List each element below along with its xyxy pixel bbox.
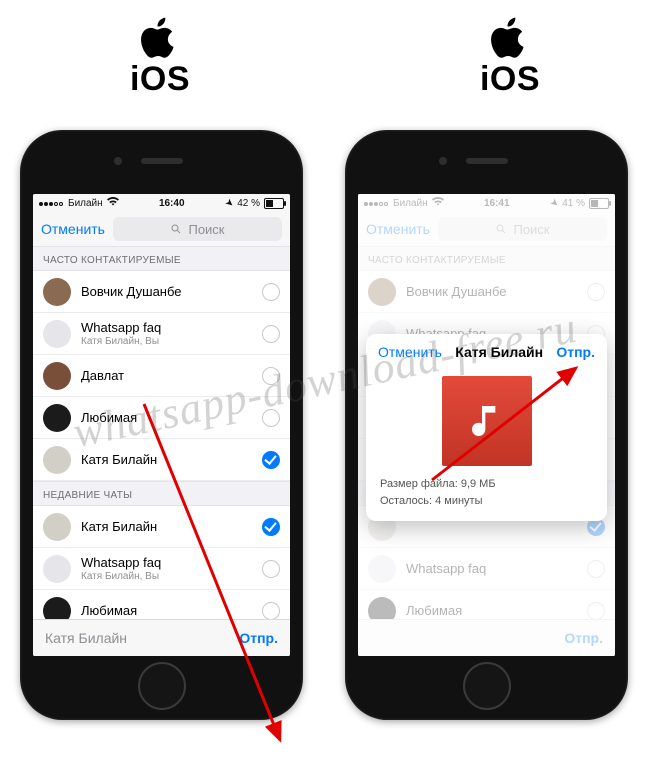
contact-row[interactable]: Любимая: [33, 590, 290, 620]
status-bar: Билайн 16:40 ➤ 42 %: [33, 194, 290, 212]
avatar: [43, 513, 71, 541]
wifi-icon: [432, 197, 444, 209]
contact-name: Любимая: [406, 603, 587, 618]
avatar: [43, 446, 71, 474]
header-bar: Отменить Поиск: [358, 212, 615, 247]
platform-label-left: iOS: [110, 14, 210, 99]
carrier-label: Билайн: [393, 198, 428, 209]
contact-name: Whatsapp faq: [81, 555, 262, 570]
search-input[interactable]: Поиск: [438, 217, 607, 241]
location-icon: ➤: [222, 196, 235, 210]
clock: 16:41: [444, 198, 550, 209]
contact-name: Whatsapp faq: [406, 561, 587, 576]
cancel-button[interactable]: Отменить: [366, 221, 430, 237]
avatar: [368, 555, 396, 583]
battery-icon: [264, 198, 284, 209]
contact-row[interactable]: Вовчик Душанбе: [358, 271, 615, 313]
select-radio[interactable]: [587, 602, 605, 620]
apple-logo-icon: [488, 14, 532, 62]
location-icon: ➤: [547, 196, 560, 210]
section-frequent: ЧАСТО КОНТАКТИРУЕМЫЕ: [358, 246, 615, 271]
contact-row[interactable]: Whatsapp faqКатя Билайн, Вы: [33, 548, 290, 590]
search-icon: [170, 223, 182, 235]
section-frequent: ЧАСТО КОНТАКТИРУЕМЫЕ: [33, 246, 290, 271]
home-button[interactable]: [463, 662, 511, 710]
battery-icon: [589, 198, 609, 209]
contact-row[interactable]: Любимая: [33, 397, 290, 439]
phone-left: Билайн 16:40 ➤ 42 % Отменить Поиск ЧАСТО…: [20, 130, 303, 720]
footer-bar: Отпр.: [358, 619, 615, 656]
contact-row[interactable]: Давлат: [33, 355, 290, 397]
file-thumbnail: [442, 376, 532, 466]
avatar: [43, 555, 71, 583]
avatar: [43, 278, 71, 306]
phone-right: Билайн 16:41 ➤ 41 % Отменить Поиск ЧАСТО…: [345, 130, 628, 720]
contact-name: Вовчик Душанбе: [406, 284, 587, 299]
header-bar: Отменить Поиск: [33, 212, 290, 247]
contact-row[interactable]: Вовчик Душанбе: [33, 271, 290, 313]
platform-label-right: iOS: [460, 14, 560, 99]
contact-name: Давлат: [81, 368, 262, 383]
avatar: [368, 597, 396, 621]
file-size-label: Размер файла: 9,9 МБ: [380, 476, 593, 493]
section-recent: НЕДАВНИЕ ЧАТЫ: [33, 481, 290, 506]
contact-row[interactable]: Катя Билайн: [33, 506, 290, 548]
wifi-icon: [107, 197, 119, 209]
search-input[interactable]: Поиск: [113, 217, 282, 241]
contact-row[interactable]: Whatsapp faq: [358, 548, 615, 590]
contact-name: Катя Билайн: [81, 519, 262, 534]
contact-row[interactable]: Whatsapp faqКатя Билайн, Вы: [33, 313, 290, 355]
select-radio[interactable]: [262, 283, 280, 301]
status-bar: Билайн 16:41 ➤ 41 %: [358, 194, 615, 212]
music-note-icon: [467, 401, 507, 441]
select-radio[interactable]: [262, 560, 280, 578]
select-radio[interactable]: [587, 560, 605, 578]
contact-name: Любимая: [81, 603, 262, 618]
send-button[interactable]: Отпр.: [564, 630, 603, 646]
battery-pct: 42 %: [237, 198, 260, 209]
select-radio[interactable]: [262, 409, 280, 427]
select-radio[interactable]: [262, 325, 280, 343]
send-button[interactable]: Отпр.: [239, 630, 278, 646]
carrier-label: Билайн: [68, 198, 103, 209]
modal-cancel-button[interactable]: Отменить: [378, 344, 442, 360]
select-radio[interactable]: [262, 602, 280, 620]
apple-logo-icon: [138, 14, 182, 62]
select-radio[interactable]: [262, 451, 280, 469]
battery-pct: 41 %: [562, 198, 585, 209]
select-radio[interactable]: [262, 367, 280, 385]
avatar: [43, 362, 71, 390]
avatar: [43, 320, 71, 348]
contact-name: Вовчик Душанбе: [81, 284, 262, 299]
file-remain-label: Осталось: 4 минуты: [380, 493, 593, 510]
contact-row[interactable]: Катя Билайн: [33, 439, 290, 481]
contact-name: Любимая: [81, 410, 262, 425]
avatar: [43, 597, 71, 621]
search-icon: [495, 223, 507, 235]
contact-row[interactable]: Любимая: [358, 590, 615, 620]
footer-bar: Катя Билайн Отпр.: [33, 619, 290, 656]
contact-subtext: Катя Билайн, Вы: [81, 336, 262, 347]
avatar: [43, 404, 71, 432]
clock: 16:40: [119, 198, 225, 209]
select-radio[interactable]: [262, 518, 280, 536]
contact-subtext: Катя Билайн, Вы: [81, 571, 262, 582]
modal-title: Катя Билайн: [455, 344, 543, 360]
contact-name: Whatsapp faq: [81, 320, 262, 335]
cancel-button[interactable]: Отменить: [41, 221, 105, 237]
select-radio[interactable]: [587, 283, 605, 301]
selected-label: Катя Билайн: [45, 630, 127, 646]
home-button[interactable]: [138, 662, 186, 710]
avatar: [368, 278, 396, 306]
modal-send-button[interactable]: Отпр.: [556, 344, 595, 360]
screen-left: Билайн 16:40 ➤ 42 % Отменить Поиск ЧАСТО…: [33, 194, 290, 656]
share-modal: Отменить Катя Билайн Отпр. Размер файла:…: [366, 334, 607, 521]
screen-right: Билайн 16:41 ➤ 41 % Отменить Поиск ЧАСТО…: [358, 194, 615, 656]
contact-name: Катя Билайн: [81, 452, 262, 467]
